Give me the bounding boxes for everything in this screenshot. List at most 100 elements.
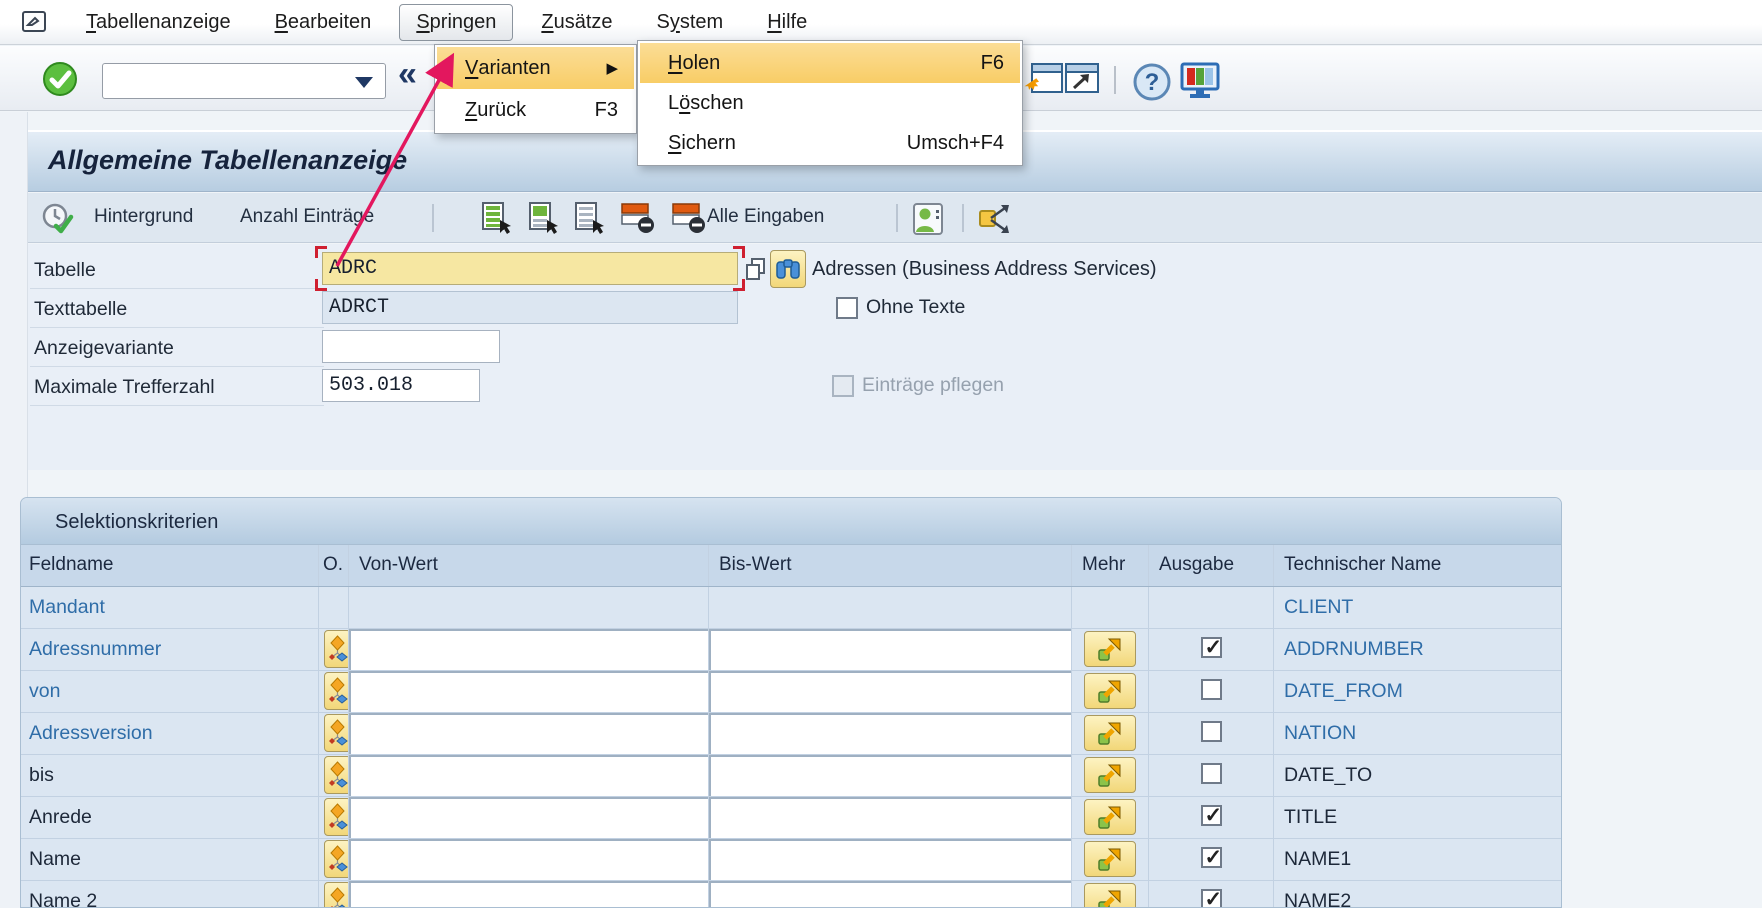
ausgabe-checkbox[interactable] xyxy=(1201,763,1222,784)
ausgabe-checkbox[interactable]: ✓ xyxy=(1201,637,1222,658)
select-all-icon[interactable] xyxy=(480,202,512,234)
selection-options-button[interactable] xyxy=(324,714,349,752)
anzeigevariante-input[interactable] xyxy=(322,330,500,363)
ausgabe-cell[interactable] xyxy=(1149,755,1274,796)
multiple-selection-button[interactable] xyxy=(1084,715,1136,751)
user-parameters-icon[interactable] xyxy=(912,202,946,236)
ausgabe-cell[interactable]: ✓ xyxy=(1149,881,1274,908)
mehr-cell[interactable] xyxy=(1072,671,1149,712)
mehr-cell[interactable] xyxy=(1072,797,1149,838)
mehr-cell[interactable] xyxy=(1072,755,1149,796)
selection-option-cell[interactable] xyxy=(319,713,349,754)
customize-layout-monitor-icon[interactable] xyxy=(1180,62,1220,100)
field-name-link[interactable]: bis xyxy=(21,755,319,796)
anzahl-eintraege-button[interactable]: Anzahl Einträge xyxy=(240,206,374,228)
enter-check-icon[interactable] xyxy=(42,61,78,97)
delete-all-selections-icon[interactable] xyxy=(671,202,707,234)
help-icon[interactable]: ? xyxy=(1132,62,1172,102)
collapse-toolbar-icon[interactable]: « xyxy=(398,55,417,94)
command-field[interactable] xyxy=(102,63,386,99)
selection-options-button[interactable] xyxy=(324,882,349,908)
mehr-cell[interactable] xyxy=(1072,629,1149,670)
von-wert-input[interactable] xyxy=(349,797,709,838)
ausgabe-cell[interactable]: ✓ xyxy=(1149,839,1274,880)
menu-item-zur-ck[interactable]: ZurückF3 xyxy=(437,89,634,131)
distribute-arrows-icon[interactable] xyxy=(978,202,1018,236)
multiple-selection-button[interactable] xyxy=(1084,799,1136,835)
ausgabe-checkbox[interactable] xyxy=(1201,679,1222,700)
field-name-link[interactable]: Name xyxy=(21,839,319,880)
selection-option-cell[interactable] xyxy=(319,797,349,838)
field-name-link[interactable]: Name 2 xyxy=(21,881,319,908)
max-trefferzahl-input[interactable]: 503.018 xyxy=(322,369,480,402)
menu-zus-tze[interactable]: Zusätze xyxy=(525,5,628,40)
selection-option-cell[interactable] xyxy=(319,755,349,796)
ausgabe-cell[interactable] xyxy=(1149,713,1274,754)
von-wert-input[interactable] xyxy=(349,629,709,670)
ausgabe-checkbox[interactable]: ✓ xyxy=(1201,847,1222,868)
ausgabe-checkbox[interactable] xyxy=(1201,721,1222,742)
bis-wert-input[interactable] xyxy=(709,797,1072,838)
selection-option-cell[interactable] xyxy=(319,629,349,670)
copy-field-icon[interactable] xyxy=(744,256,768,282)
ausgabe-cell[interactable]: ✓ xyxy=(1149,797,1274,838)
multiple-selection-button[interactable] xyxy=(1084,757,1136,793)
selection-options-button[interactable] xyxy=(324,756,349,794)
field-name-link[interactable]: Adressnummer xyxy=(21,629,319,670)
alle-eingaben-button[interactable]: Alle Eingaben xyxy=(707,206,824,228)
multiple-selection-button[interactable] xyxy=(1084,841,1136,877)
bis-wert-input[interactable] xyxy=(709,629,1072,670)
mehr-cell[interactable] xyxy=(1072,839,1149,880)
selection-option-cell[interactable] xyxy=(319,587,349,628)
ausgabe-checkbox[interactable]: ✓ xyxy=(1201,805,1222,826)
von-wert-input[interactable] xyxy=(349,881,709,908)
create-shortcut-window-icon[interactable] xyxy=(1064,62,1100,96)
menu-bearbeiten[interactable]: Bearbeiten xyxy=(259,5,388,40)
bis-wert-input[interactable] xyxy=(709,839,1072,880)
menu-item-holen[interactable]: HolenF6 xyxy=(640,43,1020,83)
ohne-texte-checkbox[interactable] xyxy=(836,297,858,319)
ausgabe-checkbox[interactable]: ✓ xyxy=(1201,889,1222,908)
bis-wert-input[interactable] xyxy=(709,713,1072,754)
bis-wert-input[interactable] xyxy=(709,587,1072,628)
selection-option-cell[interactable] xyxy=(319,671,349,712)
tabelle-input[interactable]: ADRC xyxy=(322,252,738,285)
ausgabe-cell[interactable]: ✓ xyxy=(1149,629,1274,670)
von-wert-input[interactable] xyxy=(349,839,709,880)
von-wert-input[interactable] xyxy=(349,587,709,628)
select-block-icon[interactable] xyxy=(527,202,559,234)
sap-screen-icon[interactable] xyxy=(22,10,50,34)
von-wert-input[interactable] xyxy=(349,713,709,754)
field-name-link[interactable]: Mandant xyxy=(21,587,319,628)
menu-system[interactable]: System xyxy=(641,5,740,40)
von-wert-input[interactable] xyxy=(349,755,709,796)
menu-item-varianten[interactable]: Varianten▶ xyxy=(437,47,634,89)
menu-item-l-schen[interactable]: Löschen xyxy=(640,83,1020,123)
bis-wert-input[interactable] xyxy=(709,671,1072,712)
bis-wert-input[interactable] xyxy=(709,755,1072,796)
menu-tabellenanzeige[interactable]: Tabellenanzeige xyxy=(70,5,247,40)
selection-option-cell[interactable] xyxy=(319,881,349,908)
hintergrund-button[interactable]: Hintergrund xyxy=(94,206,193,228)
mehr-cell[interactable] xyxy=(1072,587,1149,628)
field-name-link[interactable]: von xyxy=(21,671,319,712)
selection-options-button[interactable] xyxy=(324,672,349,710)
ausgabe-cell[interactable] xyxy=(1149,587,1274,628)
multiple-selection-button[interactable] xyxy=(1084,883,1136,908)
mehr-cell[interactable] xyxy=(1072,713,1149,754)
selection-options-button[interactable] xyxy=(324,840,349,878)
mehr-cell[interactable] xyxy=(1072,881,1149,908)
menu-hilfe[interactable]: Hilfe xyxy=(751,5,823,40)
menu-item-sichern[interactable]: SichernUmsch+F4 xyxy=(640,123,1020,163)
selection-option-cell[interactable] xyxy=(319,839,349,880)
selection-options-button[interactable] xyxy=(324,798,349,836)
ausgabe-cell[interactable] xyxy=(1149,671,1274,712)
new-session-window-icon[interactable] xyxy=(1022,62,1064,96)
menu-springen[interactable]: Springen xyxy=(399,4,513,41)
von-wert-input[interactable] xyxy=(349,671,709,712)
find-table-button[interactable] xyxy=(770,250,806,288)
field-name-link[interactable]: Anrede xyxy=(21,797,319,838)
bis-wert-input[interactable] xyxy=(709,881,1072,908)
field-name-link[interactable]: Adressversion xyxy=(21,713,319,754)
deselect-all-icon[interactable] xyxy=(573,202,605,234)
